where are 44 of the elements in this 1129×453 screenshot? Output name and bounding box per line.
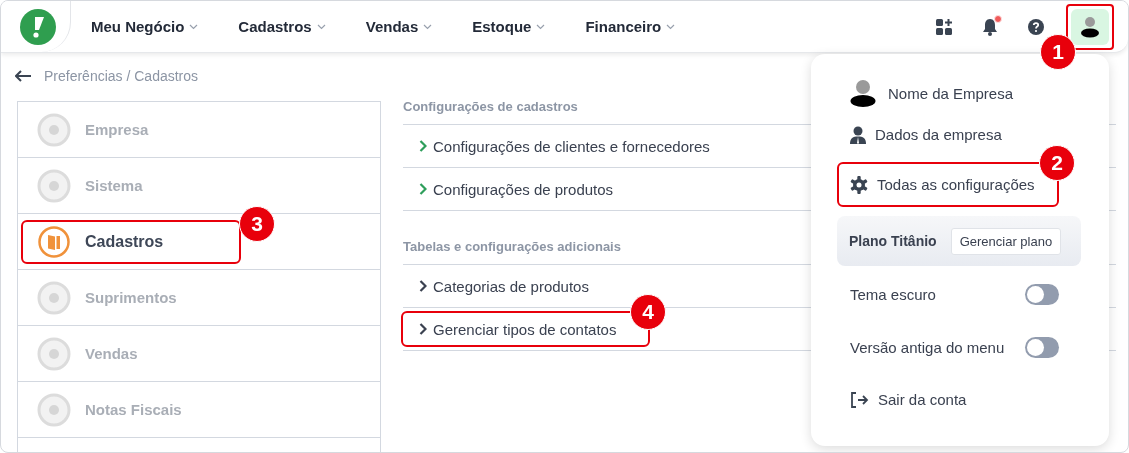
nav-menu[interactable]: Estoque (458, 18, 560, 35)
caret-icon (536, 23, 546, 30)
step-number-badge: 2 (1039, 145, 1075, 181)
notification-bell-icon[interactable] (982, 17, 998, 36)
step-number-badge: 3 (239, 206, 275, 242)
category-icon (37, 280, 71, 315)
book-icon (38, 225, 70, 258)
step-number-badge: 4 (630, 294, 666, 330)
toggle-label: Versão antiga do menu (850, 338, 1005, 356)
user-avatar-button[interactable] (1071, 8, 1109, 45)
logo-icon[interactable] (19, 8, 56, 45)
menu-item[interactable]: Sair da conta (839, 391, 967, 408)
caret-icon (666, 23, 676, 30)
step-number-badge: 1 (1040, 33, 1076, 70)
settings-link[interactable]: Categorias de produtos (403, 277, 589, 295)
toggle-switch[interactable] (1025, 336, 1059, 358)
manage-plan-button[interactable]: Gerenciar plano (950, 227, 1062, 255)
toggle-switch[interactable] (1025, 283, 1059, 305)
nav-menu[interactable]: Cadastros (224, 18, 340, 35)
nav-menu[interactable]: Financeiro (571, 18, 690, 35)
help-icon[interactable] (1028, 18, 1044, 35)
sidebar-item[interactable]: Cadastros (21, 219, 241, 264)
user-avatar-icon (1080, 15, 1100, 38)
settings-link[interactable]: Configurações de clientes e fornecedores (403, 137, 710, 155)
back-arrow-icon[interactable] (15, 70, 32, 82)
category-icon (37, 392, 71, 427)
user-avatar-icon (850, 79, 876, 107)
category-icon (37, 168, 71, 203)
company-name: Nome da Empresa (888, 84, 1014, 102)
caret-icon (423, 23, 433, 30)
caret-icon (189, 23, 199, 30)
person-icon (850, 125, 866, 144)
apps-icon[interactable] (936, 18, 952, 35)
breadcrumb: Preferências / Cadastros (44, 68, 199, 84)
logout-icon (850, 391, 869, 408)
settings-icon (850, 175, 868, 194)
menu-item[interactable]: Dados da empresa (839, 125, 1002, 144)
caret-icon (316, 23, 326, 30)
toggle-label: Tema escuro (850, 285, 936, 303)
category-icon (37, 336, 71, 371)
category-icon (37, 112, 71, 147)
nav-menu[interactable]: Vendas (351, 18, 447, 35)
settings-link[interactable]: Configurações de produtos (403, 180, 614, 198)
nav-menu[interactable]: Meu Negócio (77, 18, 213, 35)
